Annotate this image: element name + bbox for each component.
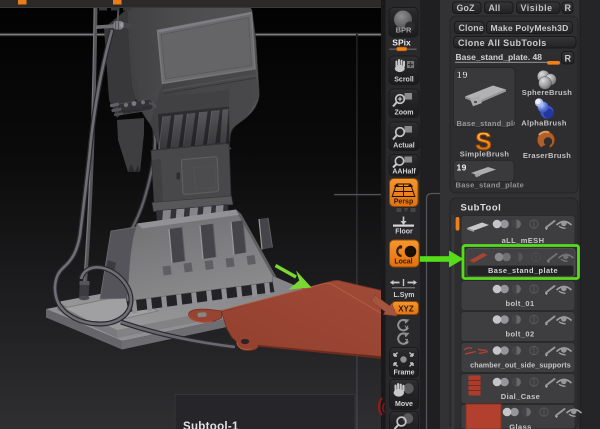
- svg-text:Local: Local: [394, 259, 412, 266]
- svg-text:AlphaBrush: AlphaBrush: [521, 119, 567, 128]
- svg-text:L.Sym: L.Sym: [393, 292, 414, 299]
- svg-text:Subtool-1: Subtool-1: [183, 421, 239, 429]
- svg-text:SubTool: SubTool: [461, 203, 502, 214]
- svg-text:R: R: [565, 54, 572, 64]
- svg-text:Base_stand_plate. 48: Base_stand_plate. 48: [456, 52, 543, 62]
- svg-text:SimpleBrush: SimpleBrush: [460, 150, 510, 159]
- svg-text:All: All: [489, 3, 501, 13]
- svg-text:aLL_mESH: aLL_mESH: [502, 236, 545, 245]
- svg-text:Scroll: Scroll: [394, 77, 414, 84]
- svg-text:bolt_01: bolt_01: [505, 299, 534, 308]
- svg-text:Persp: Persp: [394, 199, 413, 206]
- svg-text:XYZ: XYZ: [398, 305, 414, 314]
- svg-text:Y: Y: [404, 326, 408, 332]
- svg-text:Make PolyMesh3D: Make PolyMesh3D: [491, 23, 569, 33]
- svg-text:Base_stand_plate: Base_stand_plate: [456, 181, 525, 190]
- svg-text:Dial_Case: Dial_Case: [501, 392, 540, 401]
- svg-text:Glass: Glass: [509, 423, 531, 429]
- svg-text:GoZ: GoZ: [457, 3, 476, 13]
- svg-text:BPR: BPR: [396, 26, 412, 35]
- svg-text:Floor: Floor: [395, 229, 413, 236]
- svg-text:AAHalf: AAHalf: [392, 169, 416, 176]
- svg-text:Base_stand_plate: Base_stand_plate: [488, 266, 558, 275]
- svg-text:R: R: [565, 3, 572, 13]
- svg-text:Visible: Visible: [521, 3, 553, 13]
- svg-text:19: 19: [457, 163, 467, 173]
- svg-text:Z: Z: [405, 340, 409, 346]
- svg-text:19: 19: [457, 70, 469, 81]
- svg-text:EraserBrush: EraserBrush: [523, 151, 571, 160]
- svg-text:Zoom: Zoom: [394, 110, 413, 117]
- svg-text:SphereBrush: SphereBrush: [522, 88, 573, 97]
- svg-text:chamber_out_side_supports: chamber_out_side_supports: [470, 361, 571, 370]
- svg-text:Clone: Clone: [459, 23, 484, 33]
- svg-text:Clone All SubTools: Clone All SubTools: [458, 38, 547, 48]
- svg-text:Actual: Actual: [393, 143, 414, 150]
- svg-text:SPix: SPix: [392, 38, 411, 48]
- svg-text:bolt_02: bolt_02: [505, 330, 534, 339]
- svg-text:Move: Move: [395, 401, 413, 408]
- svg-text:Frame: Frame: [393, 370, 414, 377]
